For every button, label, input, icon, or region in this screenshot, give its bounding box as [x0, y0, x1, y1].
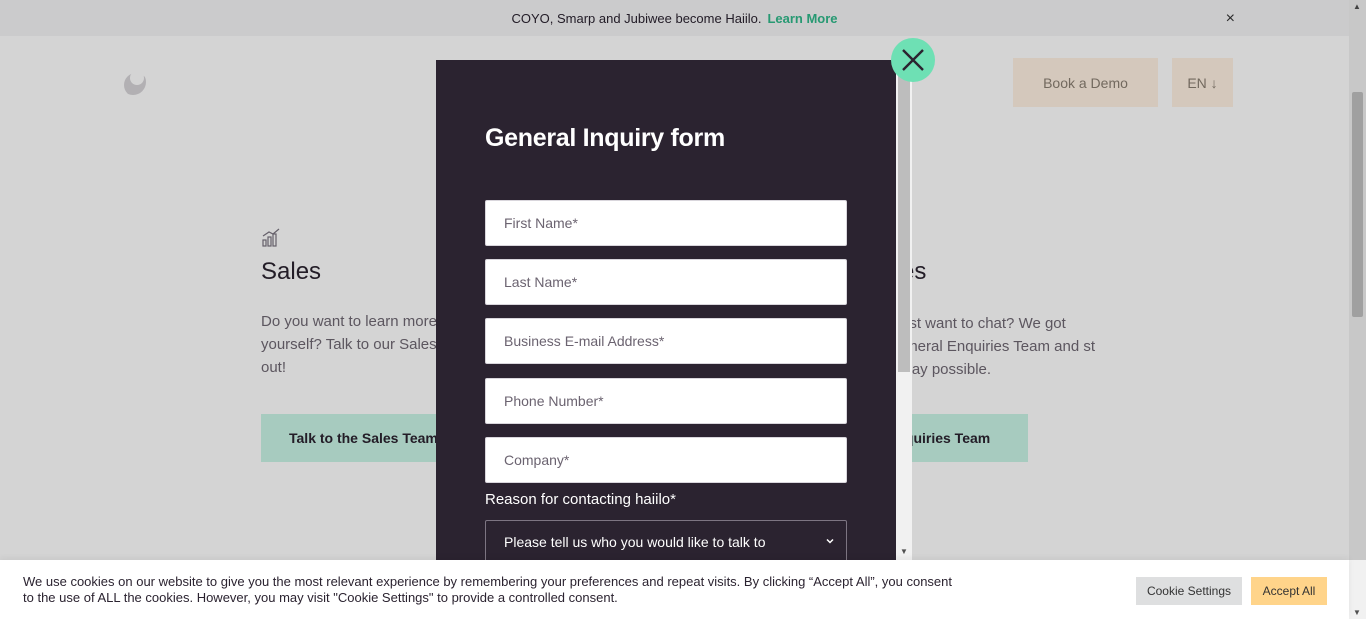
reason-select[interactable]: Please tell us who you would like to tal… [485, 520, 847, 560]
cookie-text: We use cookies on our website to give yo… [23, 574, 952, 605]
phone-field[interactable] [485, 378, 847, 424]
email-field[interactable] [485, 318, 847, 364]
cookie-banner: We use cookies on our website to give yo… [0, 560, 1349, 619]
company-field[interactable] [485, 437, 847, 483]
first-name-field[interactable] [485, 200, 847, 246]
chevron-down-icon [826, 538, 834, 544]
last-name-field[interactable] [485, 259, 847, 305]
accept-all-button[interactable]: Accept All [1251, 577, 1327, 605]
close-modal-button[interactable] [891, 38, 935, 82]
inquiry-modal: General Inquiry form Reason for contacti… [436, 60, 912, 560]
cookie-settings-button[interactable]: Cookie Settings [1136, 577, 1242, 605]
close-icon [902, 49, 924, 71]
modal-title: General Inquiry form [485, 124, 725, 152]
scroll-down-icon[interactable]: ▼ [1353, 608, 1361, 617]
modal-scrollbar-thumb[interactable] [898, 76, 910, 372]
modal-scrollbar[interactable]: ▼ [896, 60, 912, 560]
scroll-down-icon[interactable]: ▼ [900, 547, 908, 556]
reason-label: Reason for contacting haiilo* [485, 491, 676, 508]
reason-select-value: Please tell us who you would like to tal… [504, 534, 766, 550]
